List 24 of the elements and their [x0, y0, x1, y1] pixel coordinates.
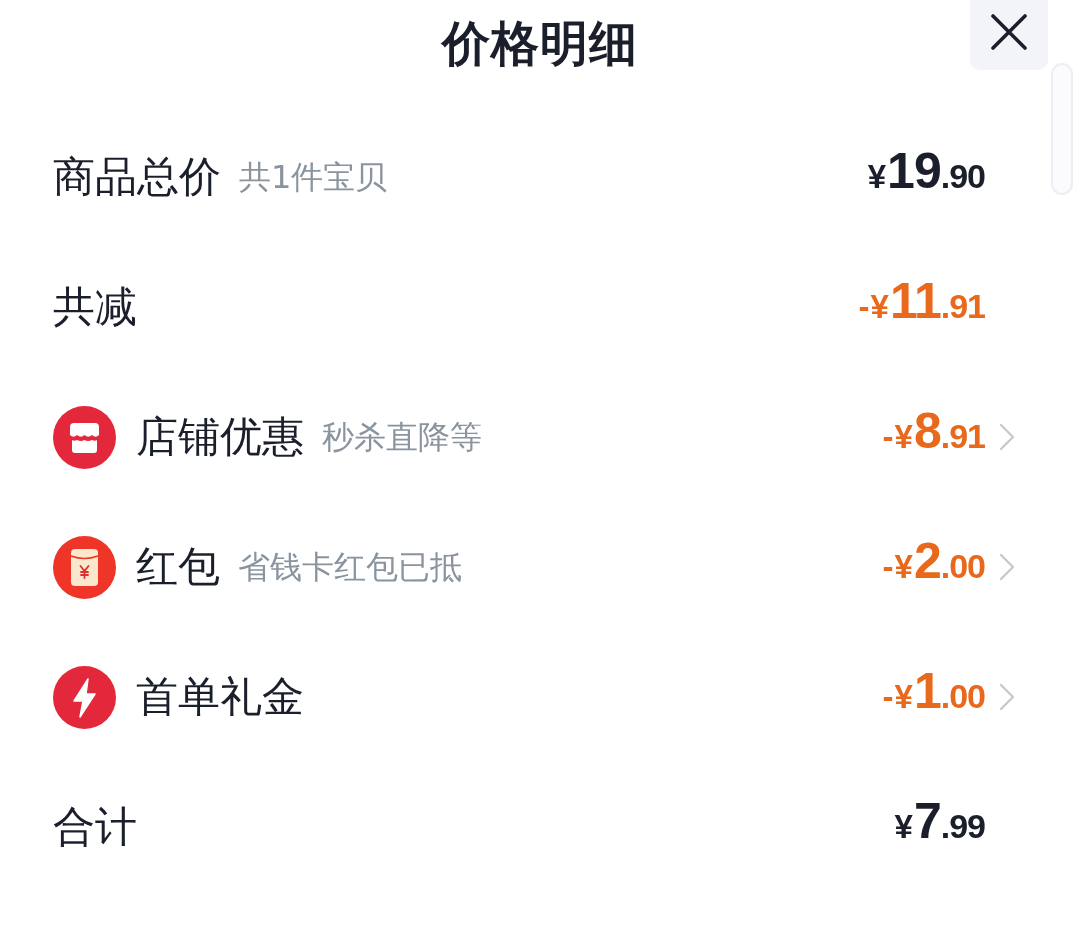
item-label: 合计 — [53, 801, 137, 853]
money-envelope-icon — [53, 535, 116, 599]
close-icon — [990, 13, 1028, 51]
storefront-icon — [53, 405, 116, 469]
price-amount: -¥11.91 — [858, 272, 985, 331]
item-label: 首单礼金 — [136, 671, 304, 723]
price-amount: -¥2.00 — [882, 532, 985, 591]
lightning-icon — [53, 665, 116, 729]
item-label: 共减 — [53, 281, 137, 333]
item-label: 商品总价 — [53, 151, 221, 203]
item-label: 店铺优惠 — [136, 411, 304, 463]
chevron-right-icon[interactable] — [999, 553, 1015, 581]
item-note: 共1件宝贝 — [239, 157, 388, 198]
chevron-right-icon[interactable] — [999, 423, 1015, 451]
price-amount: ¥7.99 — [894, 792, 985, 851]
sheet-title: 价格明细 — [442, 14, 638, 72]
price-amount: -¥8.91 — [882, 402, 985, 461]
price-amount: ¥19.90 — [867, 142, 985, 201]
chevron-right-icon[interactable] — [999, 683, 1015, 711]
item-note: 秒杀直降等 — [322, 417, 482, 458]
item-note: 省钱卡红包已抵 — [238, 547, 462, 588]
price-amount: -¥1.00 — [882, 662, 985, 721]
item-label: 红包 — [136, 541, 220, 593]
close-button[interactable] — [970, 0, 1048, 70]
